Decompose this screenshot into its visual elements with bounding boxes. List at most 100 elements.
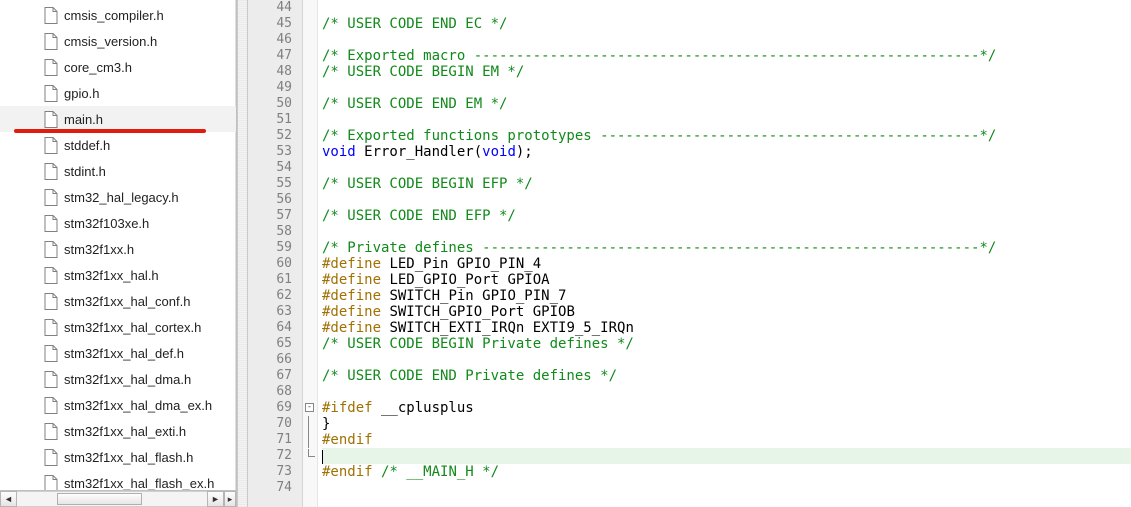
code-editor[interactable]: 4445464748495051525354555657585960616263… — [248, 0, 1131, 507]
code-area[interactable]: /* USER CODE END EC */ /* Exported macro … — [318, 0, 1131, 507]
panel-splitter[interactable] — [237, 0, 248, 507]
file-tree-item[interactable]: stm32f1xx_hal_flash_ex.h — [0, 470, 236, 490]
code-line[interactable]: void Error_Handler(void); — [322, 144, 1131, 160]
code-line[interactable] — [322, 80, 1131, 96]
line-number: 58 — [248, 224, 292, 240]
code-line[interactable]: #define SWITCH_Pin GPIO_PIN_7 — [322, 288, 1131, 304]
line-number: 61 — [248, 272, 292, 288]
line-number: 62 — [248, 288, 292, 304]
header-file-icon — [44, 111, 58, 128]
code-token: /* USER CODE END EC */ — [322, 16, 507, 32]
file-tree-item-label: stm32f103xe.h — [64, 216, 149, 231]
code-line[interactable]: /* USER CODE END EC */ — [322, 16, 1131, 32]
code-line[interactable]: #ifdef __cplusplus — [322, 400, 1131, 416]
header-file-icon — [44, 475, 58, 491]
file-tree-item[interactable]: stddef.h — [0, 132, 236, 158]
code-line[interactable] — [322, 192, 1131, 208]
file-tree[interactable]: cmsis_compiler.h cmsis_version.h core_cm3.… — [0, 0, 236, 490]
code-line[interactable] — [322, 32, 1131, 48]
fold-toggle-icon[interactable]: - — [305, 403, 314, 412]
code-line[interactable]: #endif /* __MAIN_H */ — [322, 464, 1131, 480]
header-file-icon — [44, 267, 58, 284]
code-line[interactable]: } — [322, 416, 1131, 432]
file-tree-item-label: stm32f1xx_hal_flash.h — [64, 450, 193, 465]
line-number: 46 — [248, 32, 292, 48]
file-tree-item-label: gpio.h — [64, 86, 99, 101]
line-number: 47 — [248, 48, 292, 64]
file-tree-item[interactable]: stm32f1xx_hal_cortex.h — [0, 314, 236, 340]
file-tree-item[interactable]: stm32f1xx_hal_conf.h — [0, 288, 236, 314]
scroll-thumb[interactable] — [57, 493, 142, 505]
file-tree-item-label: stm32f1xx_hal_def.h — [64, 346, 184, 361]
text-caret — [322, 450, 323, 464]
code-line[interactable]: /* USER CODE BEGIN EM */ — [322, 64, 1131, 80]
scroll-right-end-button[interactable]: ▸ — [224, 491, 236, 507]
scroll-left-button[interactable]: ◄ — [0, 491, 17, 507]
code-line[interactable] — [322, 224, 1131, 240]
file-tree-item[interactable]: stm32f1xx_hal_dma_ex.h — [0, 392, 236, 418]
line-number: 65 — [248, 336, 292, 352]
header-file-icon — [44, 189, 58, 206]
file-tree-item[interactable]: stm32f1xx.h — [0, 236, 236, 262]
file-tree-item[interactable]: stm32f1xx_hal_exti.h — [0, 418, 236, 444]
line-number: 59 — [248, 240, 292, 256]
code-line[interactable]: /* Exported functions prototypes -------… — [322, 128, 1131, 144]
code-line[interactable]: #endif — [322, 432, 1131, 448]
code-token: #define — [322, 304, 381, 320]
code-line[interactable] — [322, 480, 1131, 496]
code-line[interactable]: #define SWITCH_EXTI_IRQn EXTI9_5_IRQn — [322, 320, 1131, 336]
line-number: 54 — [248, 160, 292, 176]
file-tree-item[interactable]: stm32f1xx_hal_def.h — [0, 340, 236, 366]
code-token: #endif — [322, 432, 373, 448]
file-tree-item[interactable]: cmsis_version.h — [0, 28, 236, 54]
code-line[interactable] — [322, 448, 1131, 464]
file-tree-item-label: cmsis_version.h — [64, 34, 157, 49]
file-tree-item[interactable]: stm32f1xx_hal_flash.h — [0, 444, 236, 470]
code-line[interactable] — [322, 352, 1131, 368]
line-number: 50 — [248, 96, 292, 112]
code-token: /* Exported functions prototypes -------… — [322, 128, 996, 144]
code-line[interactable] — [322, 0, 1131, 16]
file-tree-item[interactable]: cmsis_compiler.h — [0, 2, 236, 28]
code-line[interactable]: #define LED_GPIO_Port GPIOA — [322, 272, 1131, 288]
file-tree-item[interactable]: stm32f103xe.h — [0, 210, 236, 236]
code-line[interactable]: #define SWITCH_GPIO_Port GPIOB — [322, 304, 1131, 320]
code-line[interactable]: /* Private defines ---------------------… — [322, 240, 1131, 256]
code-line[interactable] — [322, 160, 1131, 176]
file-tree-item[interactable]: stm32f1xx_hal_dma.h — [0, 366, 236, 392]
code-line[interactable]: /* USER CODE BEGIN Private defines */ — [322, 336, 1131, 352]
code-line[interactable]: /* USER CODE END EFP */ — [322, 208, 1131, 224]
line-number: 72 — [248, 448, 292, 464]
header-file-icon — [44, 449, 58, 466]
header-file-icon — [44, 59, 58, 76]
code-token: ); — [516, 144, 533, 160]
code-line[interactable]: /* Exported macro ----------------------… — [322, 48, 1131, 64]
code-line[interactable]: /* USER CODE END EM */ — [322, 96, 1131, 112]
code-token: LED_Pin GPIO_PIN_4 — [381, 256, 541, 272]
line-number: 60 — [248, 256, 292, 272]
code-line[interactable] — [322, 384, 1131, 400]
scroll-track[interactable] — [17, 491, 207, 507]
fold-margin[interactable]: - — [303, 0, 318, 507]
file-tree-item[interactable]: gpio.h — [0, 80, 236, 106]
code-line[interactable]: /* USER CODE END Private defines */ — [322, 368, 1131, 384]
line-number: 64 — [248, 320, 292, 336]
scroll-right-button[interactable]: ► — [207, 491, 224, 507]
code-line[interactable]: #define LED_Pin GPIO_PIN_4 — [322, 256, 1131, 272]
code-line[interactable] — [322, 112, 1131, 128]
code-token: #endif — [322, 464, 373, 480]
file-tree-item-label: main.h — [64, 112, 103, 127]
code-token: #define — [322, 256, 381, 272]
header-file-icon — [44, 137, 58, 154]
line-number: 56 — [248, 192, 292, 208]
fold-guide — [308, 416, 309, 432]
header-file-icon — [44, 371, 58, 388]
file-tree-item[interactable]: core_cm3.h — [0, 54, 236, 80]
tree-h-scrollbar[interactable]: ◄ ► ▸ — [0, 490, 236, 507]
line-number: 57 — [248, 208, 292, 224]
file-tree-item[interactable]: stm32f1xx_hal.h — [0, 262, 236, 288]
code-line[interactable]: /* USER CODE BEGIN EFP */ — [322, 176, 1131, 192]
file-tree-item[interactable]: stdint.h — [0, 158, 236, 184]
line-number: 68 — [248, 384, 292, 400]
file-tree-item[interactable]: stm32_hal_legacy.h — [0, 184, 236, 210]
